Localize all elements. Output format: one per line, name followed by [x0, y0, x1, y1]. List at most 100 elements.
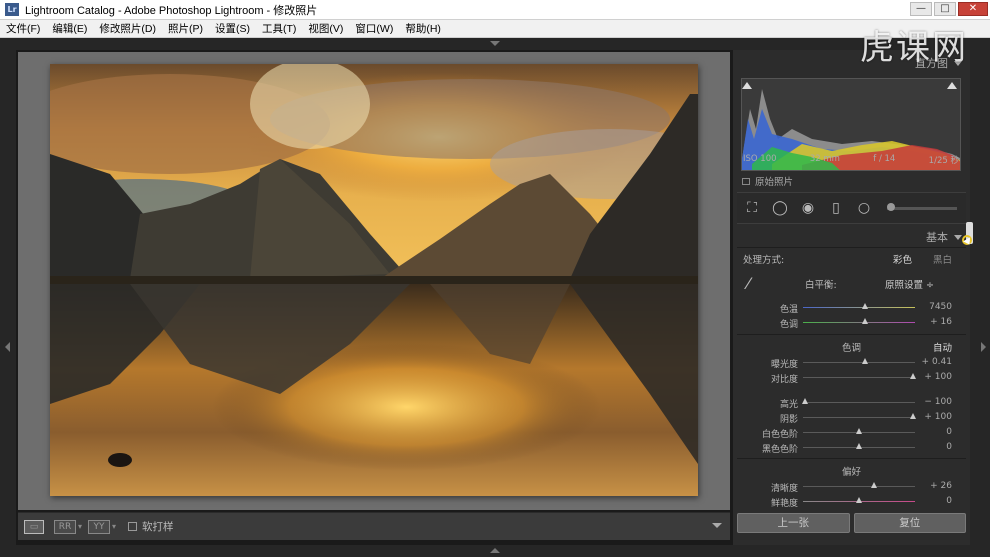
landscape-photo[interactable] [50, 64, 698, 496]
highlights-value[interactable]: − 100 [924, 397, 952, 407]
panel-buttons: 上一张 复位 [737, 513, 966, 533]
shadows-value[interactable]: + 100 [924, 412, 952, 422]
contrast-value[interactable]: + 100 [924, 372, 952, 382]
whites-thumb[interactable] [856, 428, 862, 434]
maximize-button[interactable]: □ [934, 2, 956, 16]
shadows-thumb[interactable] [909, 413, 916, 419]
treatment-label: 处理方式: [743, 255, 785, 266]
toolbar-options-icon[interactable] [712, 523, 722, 528]
vibrance-slider[interactable]: 鲜艳度 0 [733, 494, 970, 509]
highlights-track[interactable] [803, 402, 915, 403]
menu-help[interactable]: 帮助(H) [399, 21, 447, 36]
clarity-label: 清晰度 [770, 484, 798, 494]
red-eye-icon[interactable]: ◉ [799, 199, 817, 217]
close-button[interactable]: ✕ [958, 2, 988, 16]
collapse-icon[interactable] [954, 234, 962, 240]
right-panel-toggle-icon[interactable] [981, 342, 986, 352]
clarity-slider[interactable]: 清晰度 + 26 [733, 479, 970, 494]
menu-window[interactable]: 窗口(W) [349, 21, 399, 36]
top-panel-toggle-icon[interactable] [490, 41, 500, 46]
tint-slider[interactable]: 色调 + 16 [733, 315, 970, 330]
left-panel-toggle-icon[interactable] [5, 342, 10, 352]
minimize-button[interactable]: — [910, 2, 932, 16]
menu-file[interactable]: 文件(F) [0, 21, 46, 36]
exposure-slider[interactable]: 曝光度 + 0.41 [733, 355, 970, 370]
shadows-track[interactable] [803, 417, 915, 418]
treatment-row: 处理方式: 彩色 黑白 [733, 252, 970, 266]
blacks-thumb[interactable] [856, 443, 862, 449]
menu-view[interactable]: 视图(V) [302, 21, 349, 36]
menu-develop[interactable]: 修改照片(D) [93, 21, 162, 36]
contrast-thumb[interactable] [909, 373, 916, 379]
temp-slider[interactable]: 色温 7450 [733, 300, 970, 315]
develop-right-panel: 直方图 ISO 100 32 mm f / 14 1/25 秒 原始照片 ⛶ ◯… [733, 50, 970, 545]
contrast-track[interactable] [803, 377, 915, 378]
wb-label: 白平衡: [805, 280, 837, 291]
basic-header[interactable]: 基本 [733, 228, 970, 246]
highlights-slider[interactable]: 高光 − 100 [733, 395, 970, 410]
divider [737, 458, 966, 459]
previous-settings-button[interactable]: 上一张 [737, 513, 850, 533]
temp-thumb[interactable] [861, 303, 868, 309]
right-panel-strip[interactable] [970, 50, 990, 545]
iso-value: ISO 100 [743, 154, 777, 164]
exposure-track[interactable] [803, 362, 915, 363]
whites-slider[interactable]: 白色色阶 0 [733, 425, 970, 440]
wb-preset-select[interactable]: 原照设置 ÷ [885, 277, 934, 291]
highlights-thumb[interactable] [802, 398, 809, 404]
before-after-tb-button[interactable]: YY [88, 519, 111, 534]
shadows-slider[interactable]: 阴影 + 100 [733, 410, 970, 425]
blacks-slider[interactable]: 黑色色阶 0 [733, 440, 970, 455]
lightroom-app-icon: Lr [5, 3, 19, 16]
checkbox-icon[interactable] [742, 177, 750, 185]
shutter-speed: 1/25 秒 [928, 156, 959, 166]
adjustment-brush-slider[interactable] [887, 202, 957, 211]
original-photo-toggle[interactable]: 原始照片 [742, 174, 793, 188]
tint-value[interactable]: + 16 [930, 317, 952, 327]
clarity-thumb[interactable] [870, 482, 877, 488]
clarity-value[interactable]: + 26 [930, 481, 952, 491]
chevron-down-icon[interactable]: ▾ [78, 522, 82, 531]
tint-track[interactable] [803, 322, 915, 323]
vibrance-value[interactable]: 0 [946, 496, 952, 506]
left-panel-strip[interactable] [0, 50, 16, 545]
loupe-view-button[interactable]: ▭ [24, 519, 44, 534]
exposure-label: 曝光度 [770, 360, 798, 370]
auto-tone-button[interactable]: 自动 [933, 340, 952, 354]
aperture-value: f / 14 [873, 154, 896, 164]
soft-proof-label: 软打样 [142, 521, 174, 533]
menu-settings[interactable]: 设置(S) [209, 21, 256, 36]
temp-value[interactable]: 7450 [929, 302, 952, 312]
menu-photo[interactable]: 照片(P) [162, 21, 209, 36]
treatment-bw-option[interactable]: 黑白 [933, 252, 952, 266]
spot-removal-icon[interactable]: ◯ [771, 199, 789, 217]
graduated-filter-icon[interactable]: ▯ [827, 199, 845, 217]
temp-track[interactable] [803, 307, 915, 308]
exposure-value[interactable]: + 0.41 [922, 357, 952, 367]
chevron-down-icon[interactable]: ▾ [112, 522, 116, 531]
crop-icon[interactable]: ⛶ [743, 199, 761, 217]
photo-canvas [18, 52, 730, 510]
reset-button[interactable]: 复位 [853, 513, 966, 533]
soft-proof-checkbox[interactable] [128, 522, 138, 531]
vibrance-thumb[interactable] [856, 497, 862, 503]
bottom-toolbar: ▭ RR ▾ YY ▾ 软打样 [18, 512, 730, 540]
highlights-label: 高光 [779, 400, 798, 410]
before-after-lr-button[interactable]: RR [54, 519, 76, 534]
menu-edit[interactable]: 编辑(E) [46, 21, 93, 36]
contrast-slider[interactable]: 对比度 + 100 [733, 370, 970, 385]
window-title: Lightroom Catalog - Adobe Photoshop Ligh… [25, 4, 318, 17]
white-balance-row: ⁄ 白平衡: 原照设置 ÷ [733, 274, 970, 293]
clarity-track[interactable] [803, 486, 915, 487]
vibrance-label: 鲜艳度 [770, 499, 798, 509]
menu-tools[interactable]: 工具(T) [256, 21, 302, 36]
basic-title: 基本 [926, 231, 948, 244]
exposure-thumb[interactable] [861, 358, 868, 364]
filmstrip-toggle-icon[interactable] [490, 548, 500, 553]
tint-thumb[interactable] [861, 318, 868, 324]
whites-value[interactable]: 0 [946, 427, 952, 437]
blacks-value[interactable]: 0 [946, 442, 952, 452]
treatment-color-option[interactable]: 彩色 [893, 252, 912, 266]
eyedropper-icon[interactable]: ⁄ [747, 274, 750, 293]
radial-filter-icon[interactable]: ○ [855, 199, 873, 217]
